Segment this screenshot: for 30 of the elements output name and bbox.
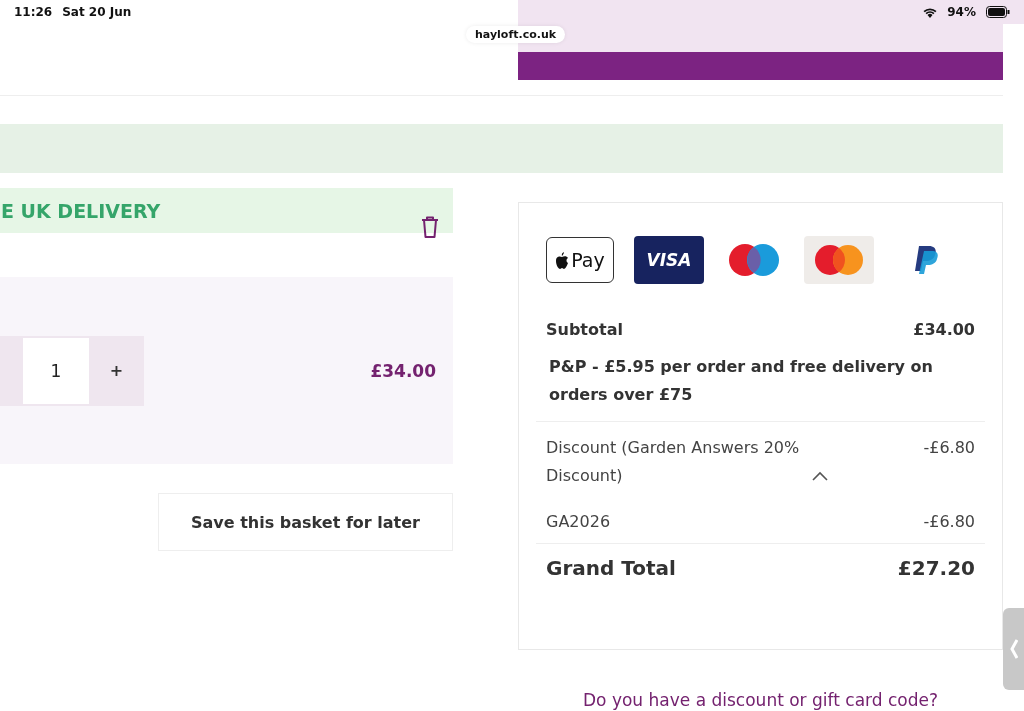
- apple-pay-logo: Pay: [546, 237, 614, 283]
- grand-total-value: £27.20: [897, 556, 975, 580]
- wifi-icon: [923, 6, 938, 18]
- save-basket-button[interactable]: Save this basket for later: [158, 493, 453, 551]
- chevron-up-icon[interactable]: [812, 471, 828, 481]
- discount-code-value: -£6.80: [923, 512, 975, 531]
- increase-button[interactable]: +: [89, 335, 144, 406]
- grand-total-label: Grand Total: [546, 556, 676, 580]
- discount-label: Discount (Garden Answers 20% Discount): [546, 437, 801, 487]
- subtotal-value: £34.00: [913, 320, 975, 339]
- trash-icon[interactable]: [421, 216, 439, 238]
- subtotal-label: Subtotal: [546, 320, 623, 339]
- paypal-logo: [914, 245, 940, 275]
- chevron-left-icon: [1009, 639, 1018, 659]
- visa-logo: VISA: [634, 236, 704, 284]
- item-price: £34.00: [370, 360, 436, 381]
- quantity-field[interactable]: 1: [23, 337, 89, 404]
- battery-icon: [986, 6, 1010, 18]
- discount-value: -£6.80: [923, 437, 975, 459]
- battery-percent: 94%: [947, 5, 976, 19]
- checkout-button[interactable]: [518, 52, 1003, 80]
- discount-code: GA2026: [546, 512, 611, 531]
- shipping-note: P&P - £5.95 per order and free delivery on orders over £75: [549, 356, 934, 406]
- mastercard-logo: [804, 236, 874, 284]
- status-time: 11:26: [14, 5, 53, 19]
- delivery-banner-text: E UK DELIVERY: [1, 199, 161, 222]
- url-label[interactable]: hayloft.co.uk: [466, 26, 566, 43]
- discount-code-link[interactable]: Do you have a discount or gift card code?: [518, 690, 1003, 710]
- status-date: Sat 20 Jun: [62, 5, 132, 19]
- maestro-logo: [728, 243, 780, 277]
